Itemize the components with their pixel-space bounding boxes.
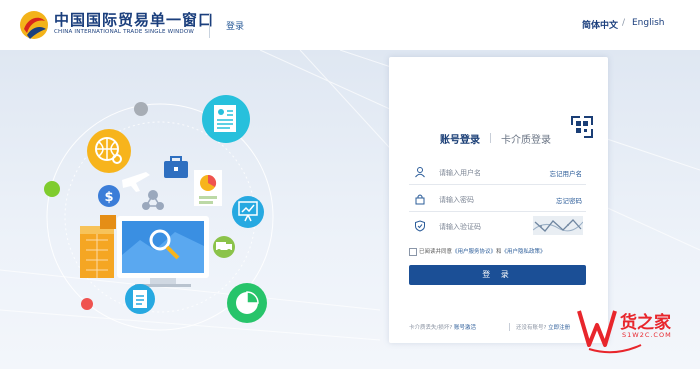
logo-emblem-icon [20,11,48,39]
network-icon [142,190,164,210]
login-button[interactable]: 登 录 [409,265,586,285]
watermark-text: 货之家 [620,313,671,333]
document-icon [202,95,250,143]
logo-title-cn: 中国国际贸易单一窗口 [54,11,215,29]
green-dot [44,181,60,197]
cargo-boxes-icon [80,215,116,278]
tab-account-login[interactable]: 账号登录 [440,131,480,146]
no-account-text: 还没有账号? [516,325,547,331]
header-login-link[interactable]: 登录 [226,19,244,32]
user-icon [415,167,425,178]
clipboard-icon [125,284,155,314]
watermark-subtext: S1W2C.COM [622,331,672,339]
tab-card-login[interactable]: 卡介质登录 [501,131,551,146]
briefcase-icon [164,156,188,178]
site-header: 中国国际贸易单一窗口 CHINA INTERNATIONAL TRADE SIN… [0,0,700,50]
privacy-policy-link[interactable]: 《用户隐私政策》 [502,249,546,255]
tab-divider [490,133,491,143]
agreement-row: 已阅读并同意《用户服务协议》和《用户隐私政策》 [409,247,589,259]
forgot-username-link[interactable]: 忘记用户名 [550,168,583,178]
register-link[interactable]: 立即注册 [548,325,570,331]
logo-title-en: CHINA INTERNATIONAL TRADE SINGLE WINDOW [54,29,194,35]
agreement-prefix: 已阅读并同意 [419,249,453,255]
dollar-icon: $ [98,185,120,207]
pie-card-icon [194,170,222,206]
airplane-icon [122,172,150,192]
username-field[interactable]: 请输入用户名 忘记用户名 [409,162,586,185]
agreement-text: 已阅读并同意《用户服务协议》和《用户隐私政策》 [419,247,546,255]
qr-code-icon[interactable] [571,116,593,138]
globe-icon [87,129,131,173]
forgot-password-link[interactable]: 忘记密码 [556,195,582,205]
footer-register: 还没有账号? 立即注册 [516,323,570,331]
password-field[interactable]: 请输入密码 忘记密码 [409,189,586,212]
computer-monitor-icon [117,216,209,287]
footer-card-lost: 卡介质丢失/损坏? 账号激活 [409,323,476,331]
username-placeholder: 请输入用户名 [439,169,481,177]
header-divider [209,13,210,38]
password-placeholder: 请输入密码 [439,196,474,204]
language-english-link[interactable]: English [632,18,665,28]
captcha-image[interactable] [533,216,583,235]
language-chinese-link[interactable]: 简体中文 [582,18,618,31]
shield-check-icon [415,220,425,232]
svg-text:$: $ [104,190,113,205]
lock-icon [415,194,425,205]
truck-icon [213,236,235,258]
service-agreement-link[interactable]: 《用户服务协议》 [452,249,496,255]
agree-checkbox[interactable] [409,248,417,256]
green-pie-chart-icon [227,283,267,323]
card-lost-text: 卡介质丢失/损坏? [409,325,453,331]
presentation-icon [232,196,264,228]
gray-dot [134,102,148,116]
language-separator: / [622,18,626,28]
red-dot [81,298,93,310]
captcha-placeholder: 请输入验证码 [439,223,481,231]
account-activate-link[interactable]: 账号激活 [454,325,476,331]
footer-divider [509,323,510,331]
